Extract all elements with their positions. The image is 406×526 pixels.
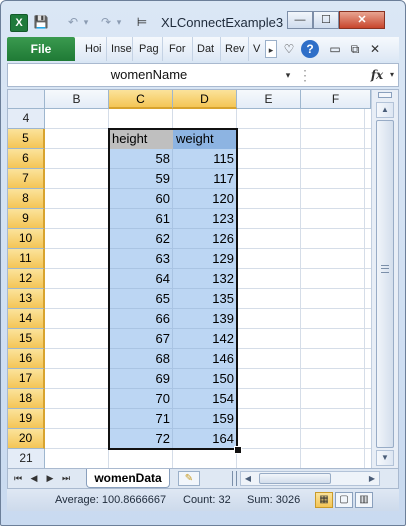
normal-view-icon[interactable]: ▦ (315, 492, 333, 508)
file-tab[interactable]: File (7, 37, 75, 61)
vertical-scroll-thumb[interactable] (376, 120, 394, 448)
row-header-13[interactable]: 13 (8, 289, 45, 309)
row-header-8[interactable]: 8 (8, 189, 45, 209)
minimize-window-button[interactable]: — (287, 11, 313, 29)
undo-icon[interactable]: ↶ (67, 13, 79, 31)
close-window-button[interactable]: ✕ (339, 11, 385, 29)
window-title: XLConnectExample3 (161, 15, 284, 30)
row-header-6[interactable]: 6 (8, 149, 45, 169)
status-average: Average: 100.8666667 (55, 494, 167, 506)
previous-sheet-icon[interactable]: ◀ (28, 471, 40, 485)
insert-sheet-icon[interactable]: ✎ (178, 471, 200, 486)
row-header-18[interactable]: 18 (8, 389, 45, 409)
tab-split-handle[interactable] (232, 471, 237, 486)
row-header-7[interactable]: 7 (8, 169, 45, 189)
row-header-19[interactable]: 19 (8, 409, 45, 429)
more-tabs-icon[interactable]: ▸ (265, 40, 277, 58)
undo-dropdown-icon[interactable]: ▾ (81, 13, 91, 31)
scroll-right-button[interactable]: ▶ (365, 472, 379, 485)
row-header-5[interactable]: 5 (8, 129, 45, 149)
row-header-11[interactable]: 11 (8, 249, 45, 269)
tab-insert[interactable]: Inse (109, 37, 133, 61)
workbook-minimize-icon[interactable]: ▭ (327, 40, 343, 58)
last-sheet-icon[interactable]: ⏭ (60, 471, 72, 485)
worksheet-grid[interactable]: B C D E F 4 5 6 7 8 9 10 11 12 13 14 15 16 17 18 19 20 21… (7, 89, 399, 469)
workbook-restore-icon[interactable]: ⧉ (347, 40, 363, 58)
tab-formulas[interactable]: For (167, 37, 193, 61)
sheet-tab-womendata[interactable]: womenData (86, 469, 170, 488)
insert-function-icon[interactable]: fx (368, 64, 386, 86)
page-layout-view-icon[interactable]: ▢ (335, 492, 353, 508)
row-header-17[interactable]: 17 (8, 369, 45, 389)
name-box-dropdown-icon[interactable]: ▾ (282, 64, 294, 86)
horizontal-scrollbar[interactable]: ◀ ▶ (240, 471, 380, 486)
row-header-14[interactable]: 14 (8, 309, 45, 329)
customize-toolbar-icon[interactable]: ⊨ (135, 13, 149, 31)
selection-border (108, 128, 238, 450)
row-header-15[interactable]: 15 (8, 329, 45, 349)
scroll-down-button[interactable]: ▼ (376, 450, 394, 466)
workbook-close-icon[interactable]: ✕ (367, 40, 383, 58)
tab-view[interactable]: V (251, 37, 265, 61)
vertical-split-handle[interactable] (378, 92, 392, 98)
row-header-21[interactable]: 21 (8, 449, 45, 468)
sheet-tab-bar: ⏮ ◀ ▶ ⏭ womenData ✎ ◀ ▶ (7, 469, 399, 489)
name-box[interactable]: womenName (8, 64, 290, 86)
fill-handle[interactable] (234, 446, 242, 454)
tab-data[interactable]: Dat (195, 37, 221, 61)
row-header-20[interactable]: 20 (8, 429, 45, 449)
column-header-e[interactable]: E (237, 90, 301, 109)
ribbon-tabs: File Hoi Inse Pag For Dat Rev V ▸ ♡ ? ▭ … (7, 37, 399, 61)
vertical-scrollbar[interactable]: ▲ ▼ (371, 90, 398, 468)
select-all-corner[interactable] (8, 90, 45, 109)
expand-formula-bar-icon[interactable]: ▾ (386, 64, 398, 86)
scroll-grip-icon (381, 265, 389, 273)
maximize-window-button[interactable]: ☐ (313, 11, 339, 29)
column-header-b[interactable]: B (45, 90, 109, 109)
column-header-c[interactable]: C (109, 90, 173, 109)
horizontal-scroll-thumb[interactable] (259, 473, 331, 484)
status-count: Count: 32 (183, 494, 231, 506)
save-icon[interactable]: 💾 (33, 13, 49, 31)
next-sheet-icon[interactable]: ▶ (44, 471, 56, 485)
redo-dropdown-icon[interactable]: ▾ (114, 13, 124, 31)
tab-home[interactable]: Hoi (83, 37, 107, 61)
first-sheet-icon[interactable]: ⏮ (12, 471, 24, 485)
excel-app-icon[interactable]: X (10, 14, 28, 32)
formula-bar-splitter-icon[interactable]: ⋮ (298, 67, 312, 83)
status-bar: Average: 100.8666667 Count: 32 Sum: 3026… (7, 489, 399, 511)
tab-review[interactable]: Rev (223, 37, 249, 61)
row-header-4[interactable]: 4 (8, 109, 45, 129)
page-break-view-icon[interactable]: ▥ (355, 492, 373, 508)
formula-bar: womenName ▾ ⋮ fx ▾ (7, 63, 399, 87)
title-bar: X 💾 ↶ ▾ ↷ ▾ ⊨ XLConnectExample3 — ☐ ✕ (1, 1, 405, 35)
row-header-10[interactable]: 10 (8, 229, 45, 249)
column-header-f[interactable]: F (301, 90, 371, 109)
tab-page-layout[interactable]: Pag (137, 37, 163, 61)
row-header-12[interactable]: 12 (8, 269, 45, 289)
row-header-9[interactable]: 9 (8, 209, 45, 229)
excel-window: X 💾 ↶ ▾ ↷ ▾ ⊨ XLConnectExample3 — ☐ ✕ Fi… (0, 0, 406, 526)
column-header-d[interactable]: D (173, 90, 237, 109)
scroll-up-button[interactable]: ▲ (376, 102, 394, 118)
minimize-ribbon-icon[interactable]: ♡ (281, 40, 297, 58)
redo-icon[interactable]: ↷ (100, 13, 112, 31)
status-sum: Sum: 3026 (247, 494, 301, 506)
row-header-16[interactable]: 16 (8, 349, 45, 369)
help-icon[interactable]: ? (301, 40, 319, 58)
scroll-left-button[interactable]: ◀ (241, 472, 255, 485)
